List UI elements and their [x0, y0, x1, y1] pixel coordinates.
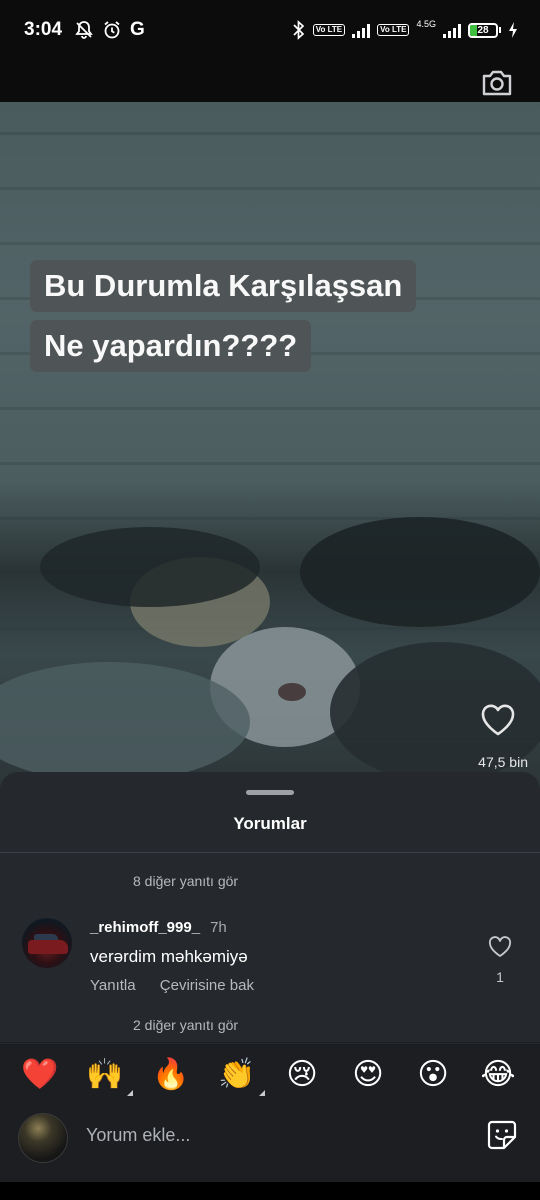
comment-heart-icon[interactable]	[488, 936, 512, 958]
bell-muted-icon	[74, 20, 94, 40]
signal-2-icon	[443, 22, 461, 38]
commenter-avatar[interactable]	[22, 918, 72, 968]
sticker-icon[interactable]	[486, 1119, 518, 1151]
status-right: Vo LTE Vo LTE 4.5G 28	[292, 19, 518, 40]
video-caption-line-1: Bu Durumla Karşılaşsan	[30, 260, 417, 312]
raising-hands-emoji[interactable]: 🙌	[85, 1058, 133, 1096]
emoji-bar: ❤️ 🙌 🔥 👏 😢 😍 😮 😂	[0, 1044, 540, 1106]
navigation-bar-area	[0, 1182, 540, 1200]
video-like-count: 47,5 bin	[478, 754, 528, 770]
skin-tone-indicator-icon	[127, 1090, 133, 1096]
tears-of-joy-emoji[interactable]: 😂	[478, 1058, 518, 1092]
battery-cap	[499, 27, 501, 33]
clapping-hands-emoji[interactable]: 👏	[217, 1058, 265, 1096]
bluetooth-icon	[292, 20, 306, 40]
volte-icon: Vo LTE	[312, 24, 346, 36]
video-caption-line-2: Ne yapardın????	[30, 320, 312, 372]
sheet-divider	[0, 852, 540, 853]
reply-button[interactable]: Yanıtla	[90, 977, 136, 994]
comment-actions: Yanıtla Çevirisine bak	[90, 977, 274, 994]
view-more-replies-bottom[interactable]: 2 diğer yanıtı gör	[133, 1017, 238, 1033]
fire-emoji[interactable]: 🔥	[151, 1058, 191, 1092]
comment-text: verərdim məhkəmiyə	[90, 947, 248, 966]
status-time: 3:04	[24, 19, 63, 40]
drag-handle[interactable]	[246, 790, 294, 795]
heart-eyes-emoji[interactable]: 😍	[348, 1058, 388, 1092]
comments-sheet: Yorumlar 8 diğer yanıtı gör _rehimoff_99…	[0, 772, 540, 1200]
skin-tone-indicator-icon	[259, 1090, 265, 1096]
avatar-car-body	[28, 940, 68, 954]
emoji-divider	[0, 1042, 540, 1043]
alarm-icon	[102, 20, 122, 40]
google-icon: G	[130, 19, 145, 40]
camera-icon[interactable]	[480, 68, 514, 98]
red-heart-emoji[interactable]: ❤️	[20, 1058, 60, 1092]
translate-button[interactable]: Çevirisine bak	[160, 977, 254, 994]
comments-title: Yorumlar	[233, 814, 307, 833]
crying-face-emoji[interactable]: 😢	[282, 1058, 322, 1092]
battery-level: 28	[477, 24, 489, 36]
signal-1-icon	[352, 22, 371, 38]
video-frame-scene	[0, 517, 540, 782]
heart-icon[interactable]	[478, 700, 518, 740]
surprised-face-emoji[interactable]: 😮	[413, 1058, 453, 1092]
reel-video[interactable]: Bu Durumla Karşılaşsan Ne yapardın???? 4…	[0, 102, 540, 792]
user-avatar	[18, 1113, 68, 1163]
battery-body: 28	[468, 22, 498, 38]
comment-author[interactable]: _rehimoff_999_ 7h	[90, 919, 227, 936]
view-more-replies-top[interactable]: 8 diğer yanıtı gör	[133, 873, 238, 889]
comment-time: 7h	[210, 919, 227, 936]
charging-icon	[508, 21, 518, 39]
status-left: 3:04 G	[24, 19, 145, 41]
comment-username[interactable]: _rehimoff_999_	[90, 919, 200, 936]
comment-input[interactable]: Yorum ekle...	[86, 1125, 190, 1146]
volte-2-icon: Vo LTE	[377, 24, 410, 36]
network-type-label: 4.5G	[416, 19, 436, 29]
comment-like-count: 1	[496, 969, 504, 985]
status-bar: 3:04 G Vo LTE Vo LTE 4.5G 28	[0, 0, 540, 60]
battery-icon: 28	[468, 22, 501, 38]
top-bar	[0, 60, 540, 102]
